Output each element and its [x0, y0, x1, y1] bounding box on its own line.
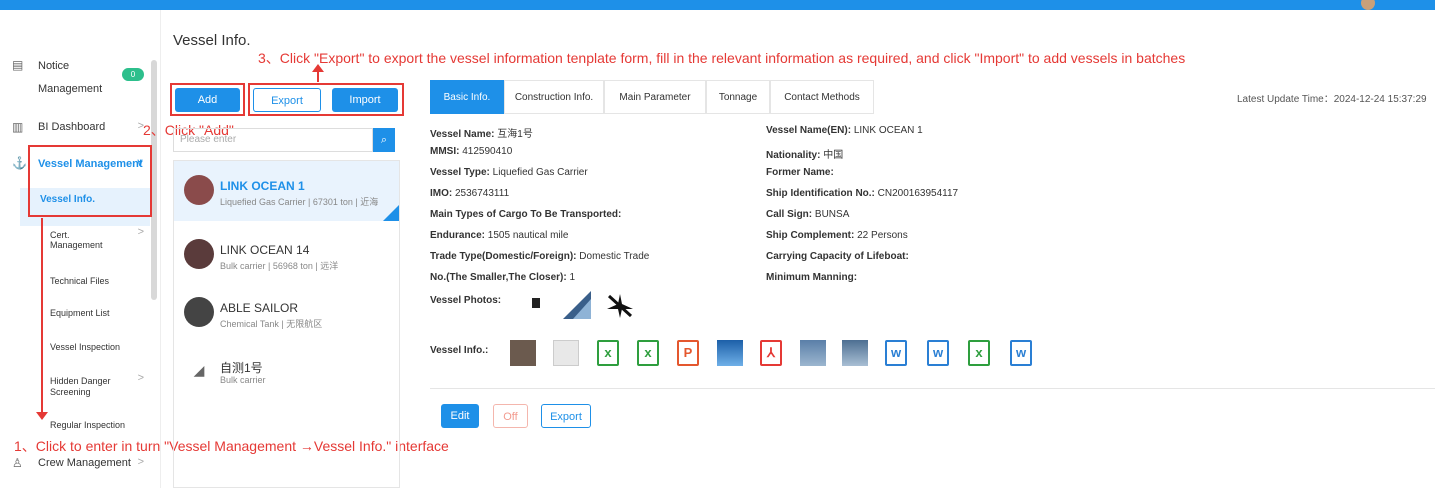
sidebar: ▤ Notice Management 0 ▥ BI Dashboard > ⚓… [0, 10, 160, 488]
vessel-thumbnail [184, 297, 214, 327]
vessel-info-label: Vessel Info.: [430, 345, 489, 356]
vessel-thumbnail [184, 175, 214, 205]
vessel-list: LINK OCEAN 1 Liquefied Gas Carrier | 673… [173, 160, 400, 488]
field-nationality: Nationality: 中国 [766, 150, 844, 161]
section-divider [430, 388, 1435, 389]
file-thumbnail-port[interactable] [842, 340, 868, 366]
tab-contact-methods[interactable]: Contact Methods [770, 80, 874, 114]
annotation-step-3: 3、Click "Export" to export the vessel in… [258, 50, 1186, 66]
page-title: Vessel Info. [173, 32, 251, 49]
field-ship-id-no: Ship Identification No.: CN200163954117 [766, 188, 959, 199]
dashboard-icon: ▥ [12, 120, 24, 134]
vessel-thumbnail [184, 239, 214, 269]
edit-button[interactable]: Edit [441, 404, 479, 428]
field-endurance: Endurance: 1505 nautical mile [430, 230, 569, 241]
export-template-button[interactable]: Export [253, 88, 321, 112]
add-button[interactable]: Add [175, 88, 240, 112]
word-file-icon[interactable]: w [1010, 340, 1032, 366]
list-item[interactable]: LINK OCEAN 14 Bulk carrier | 56968 ton |… [174, 225, 399, 285]
excel-file-icon[interactable]: x [968, 340, 990, 366]
list-item[interactable]: ◢ 自测1号 Bulk carrier [174, 341, 399, 401]
vessel-placeholder-icon: ◢ [184, 355, 214, 385]
callout-arrow-head-3 [312, 64, 324, 72]
chevron-right-icon: > [137, 226, 144, 238]
off-button[interactable]: Off [493, 404, 528, 428]
user-avatar[interactable] [1361, 0, 1375, 10]
file-thumbnail-document[interactable] [553, 340, 579, 366]
vessel-photos-label: Vessel Photos: [430, 295, 502, 306]
callout-arrow-head [36, 412, 48, 420]
tab-basic-info[interactable]: Basic Info. [430, 80, 504, 114]
chevron-right-icon: > [137, 372, 144, 384]
search-icon: ⌕ [380, 134, 388, 146]
callout-arrow-line [41, 218, 43, 414]
sidebar-divider [160, 10, 161, 488]
import-button[interactable]: Import [332, 88, 398, 112]
top-bar [0, 0, 1435, 10]
field-imo: IMO: 2536743111 [430, 188, 510, 199]
selected-check-icon [383, 205, 399, 221]
tab-construction-info[interactable]: Construction Info. [504, 80, 604, 114]
anchor-icon: ⚓ [12, 156, 27, 170]
notice-icon: ▤ [12, 58, 24, 72]
excel-file-icon[interactable]: x [637, 340, 659, 366]
field-trade-type: Trade Type(Domestic/Foreign): Domestic T… [430, 251, 650, 262]
tab-main-parameter[interactable]: Main Parameter [604, 80, 706, 114]
file-thumbnail-ship[interactable] [717, 340, 743, 366]
field-former-name: Former Name: [766, 167, 834, 178]
field-vessel-name: Vessel Name: 互海1号 [430, 129, 533, 140]
field-call-sign: Call Sign: BUNSA [766, 209, 850, 220]
search-button[interactable]: ⌕ [373, 128, 395, 152]
ppt-file-icon[interactable]: P [677, 340, 699, 366]
field-lifeboat-capacity: Carrying Capacity of Lifeboat: [766, 251, 909, 262]
callout-vessel-management [28, 145, 152, 217]
excel-file-icon[interactable]: x [597, 340, 619, 366]
file-thumbnail-photo[interactable] [510, 340, 536, 366]
list-item[interactable]: ABLE SAILOR Chemical Tank | 无限航区 [174, 283, 399, 343]
field-number: No.(The Smaller,The Closer): 1 [430, 272, 576, 283]
list-item[interactable]: LINK OCEAN 1 Liquefied Gas Carrier | 673… [174, 161, 399, 221]
pdf-file-icon[interactable]: ⅄ [760, 340, 782, 366]
field-minimum-manning: Minimum Manning: [766, 272, 858, 283]
field-vessel-type: Vessel Type: Liquefied Gas Carrier [430, 167, 588, 178]
field-cargo-types: Main Types of Cargo To Be Transported: [430, 209, 622, 220]
field-mmsi: MMSI: 412590410 [430, 146, 513, 157]
export-button[interactable]: Export [541, 404, 591, 428]
search-input[interactable]: Please enter [173, 128, 373, 152]
mountain-image-icon[interactable] [563, 291, 591, 319]
file-thumbnail-port[interactable] [800, 340, 826, 366]
crew-icon: ♙ [12, 456, 23, 470]
word-file-icon[interactable]: w [927, 340, 949, 366]
broken-image-icon[interactable] [605, 292, 635, 320]
notice-badge: 0 [122, 68, 144, 81]
document-icon[interactable] [532, 298, 540, 308]
tab-tonnage[interactable]: Tonnage [706, 80, 770, 114]
field-vessel-name-en: Vessel Name(EN): LINK OCEAN 1 [766, 125, 923, 136]
latest-update-time: Latest Update Time：2024-12-24 15:37:29 [1237, 94, 1427, 105]
chevron-right-icon: > [137, 456, 144, 468]
word-file-icon[interactable]: w [885, 340, 907, 366]
field-ship-complement: Ship Complement: 22 Persons [766, 230, 908, 241]
